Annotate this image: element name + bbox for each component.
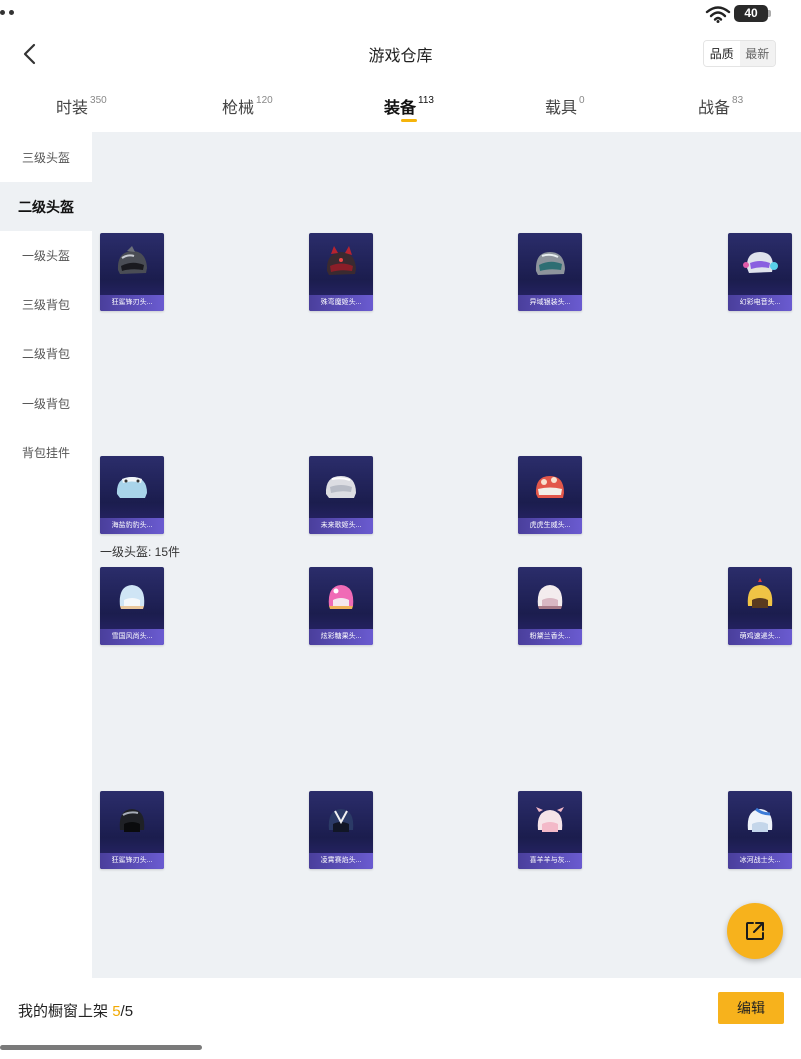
item-name: 狂鲨锋刃头... — [100, 295, 164, 311]
sort-by-newest-button[interactable]: 最新 — [739, 41, 775, 66]
helmet-icon — [309, 456, 373, 518]
tab-fashion[interactable]: 时装 350 — [56, 94, 107, 118]
tab-firearms[interactable]: 枪械 120 — [222, 94, 273, 118]
item-name: 狂鲨锋刃头... — [100, 853, 164, 869]
battery-cap — [768, 10, 771, 17]
status-bar: 40 — [0, 0, 801, 28]
helmet-icon — [309, 791, 373, 853]
item-name: 未来歌姬头... — [309, 518, 373, 534]
tab-label: 战备 — [698, 100, 731, 117]
sidebar-item-level1-backpack[interactable]: 一级背包 — [0, 379, 92, 428]
item-name: 海盐豹豹头... — [100, 518, 164, 534]
battery-indicator: 40 — [734, 5, 768, 22]
helmet-icon — [100, 567, 164, 629]
item-name: 冰河战士头... — [728, 853, 792, 869]
item-name: 虎虎生威头... — [518, 518, 582, 534]
item-name: 炫彩糖果头... — [309, 629, 373, 645]
tab-label: 装备 — [384, 100, 417, 117]
active-tab-indicator — [401, 119, 417, 122]
item-card[interactable]: 粉黛兰香头... — [518, 567, 582, 645]
helmet-icon — [518, 233, 582, 295]
status-dots — [0, 10, 14, 15]
item-name: 雪国风尚头... — [100, 629, 164, 645]
helmet-icon — [309, 233, 373, 295]
item-card[interactable]: 炫彩糖果头... — [309, 567, 373, 645]
wifi-icon — [705, 6, 731, 23]
showcase-label: 我的橱窗上架 — [18, 1003, 109, 1020]
tab-tactical[interactable]: 战备 83 — [698, 94, 743, 118]
sidebar-item-level1-helmet[interactable]: 一级头盔 — [0, 231, 92, 280]
sidebar-item-level3-backpack[interactable]: 三级背包 — [0, 280, 92, 329]
tab-label: 枪械 — [222, 100, 255, 117]
helmet-icon — [728, 567, 792, 629]
item-name: 幻彩电音头... — [728, 295, 792, 311]
item-card[interactable]: 凌霄赛焰头... — [309, 791, 373, 869]
sidebar-item-level2-helmet[interactable]: 二级头盔 — [0, 182, 92, 231]
item-name: 喜羊羊与灰... — [518, 853, 582, 869]
tab-count: 120 — [256, 95, 273, 106]
page-title: 游戏仓库 — [368, 48, 433, 65]
section-label-level1-helmet: 一级头盔: 15件 — [100, 545, 181, 559]
tab-equipment[interactable]: 装备 113 — [384, 94, 434, 118]
item-card[interactable]: 喜羊羊与灰... — [518, 791, 582, 869]
helmet-icon — [100, 233, 164, 295]
showcase-bar: 我的橱窗上架 5/5 编辑 — [0, 978, 801, 1059]
item-card[interactable]: 雪国风尚头... — [100, 567, 164, 645]
item-name: 凌霄赛焰头... — [309, 853, 373, 869]
nav-bar: 游戏仓库 品质 最新 — [0, 30, 801, 78]
item-card[interactable]: 狂鲨锋刃头... — [100, 233, 164, 311]
item-card[interactable]: 狂鲨锋刃头... — [100, 791, 164, 869]
item-name: 异域银装头... — [518, 295, 582, 311]
sidebar-item-level3-helmet[interactable]: 三级头盔 — [0, 133, 92, 182]
helmet-icon — [728, 791, 792, 853]
helmet-icon — [309, 567, 373, 629]
item-card[interactable]: 虎虎生威头... — [518, 456, 582, 534]
tab-count: 0 — [579, 95, 585, 106]
helmet-icon — [100, 791, 164, 853]
tab-count: 350 — [90, 95, 107, 106]
edit-button[interactable]: 编辑 — [718, 992, 784, 1024]
tab-vehicles[interactable]: 载具 0 — [545, 94, 585, 118]
helmet-icon — [518, 567, 582, 629]
helmet-icon — [518, 456, 582, 518]
tab-count: 83 — [732, 95, 744, 106]
item-grid-area — [92, 132, 801, 978]
home-indicator — [0, 1045, 202, 1050]
sort-toggle: 品质 最新 — [703, 40, 776, 67]
share-button[interactable] — [727, 903, 783, 959]
helmet-icon — [100, 456, 164, 518]
item-card[interactable]: 冰河战士头... — [728, 791, 792, 869]
sidebar-item-level2-backpack[interactable]: 二级背包 — [0, 329, 92, 378]
sort-by-quality-button[interactable]: 品质 — [704, 41, 740, 66]
showcase-status: 我的橱窗上架 5/5 — [18, 1000, 133, 1021]
tab-label: 时装 — [56, 100, 89, 117]
showcase-total-count: /5 — [120, 1003, 134, 1020]
item-card[interactable]: 萌鸡速递头... — [728, 567, 792, 645]
tab-label: 载具 — [545, 100, 578, 117]
helmet-icon — [518, 791, 582, 853]
external-link-icon — [746, 922, 764, 940]
category-tabs: 时装 350 枪械 120 装备 113 载具 0 战备 83 — [0, 82, 801, 132]
item-card[interactable]: 未来歌姬头... — [309, 456, 373, 534]
tab-count: 113 — [418, 95, 434, 106]
item-card[interactable]: 殊弯魔姬头... — [309, 233, 373, 311]
item-card[interactable]: 幻彩电音头... — [728, 233, 792, 311]
helmet-icon — [728, 233, 792, 295]
item-name: 粉黛兰香头... — [518, 629, 582, 645]
item-name: 萌鸡速递头... — [728, 629, 792, 645]
item-card[interactable]: 海盐豹豹头... — [100, 456, 164, 534]
item-card[interactable]: 异域银装头... — [518, 233, 582, 311]
sidebar-item-backpack-charm[interactable]: 背包挂件 — [0, 428, 92, 477]
showcase-current-count: 5 — [112, 1003, 121, 1020]
item-name: 殊弯魔姬头... — [309, 295, 373, 311]
subcategory-sidebar: 三级头盔 二级头盔 一级头盔 三级背包 二级背包 一级背包 背包挂件 — [0, 132, 92, 978]
